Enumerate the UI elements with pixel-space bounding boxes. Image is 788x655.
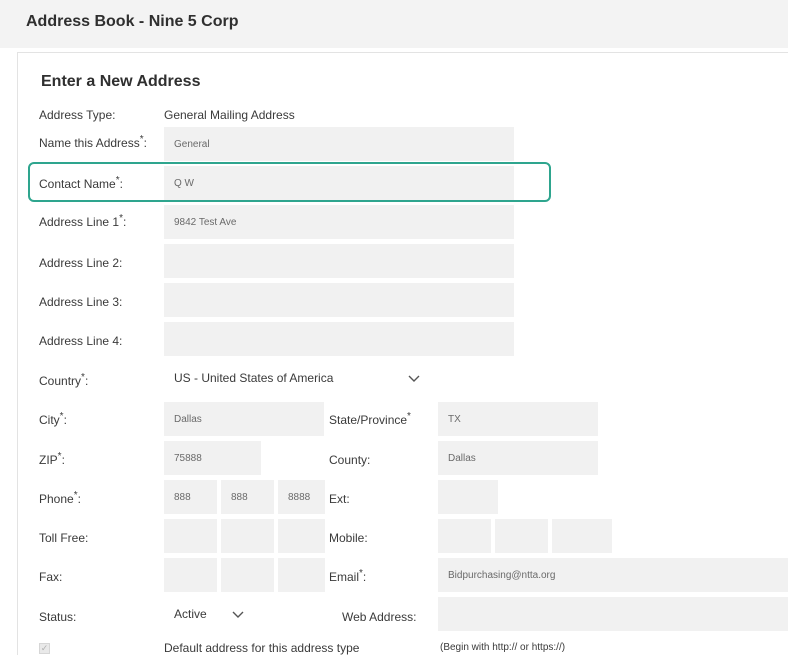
status-select[interactable]: Active (164, 597, 262, 631)
status-label: Status: (39, 610, 77, 624)
country-select[interactable]: US - United States of America (164, 361, 432, 395)
title-bar: Address Book - Nine 5 Corp (0, 0, 788, 48)
page-title: Address Book - Nine 5 Corp (26, 13, 239, 30)
city-label: City*: (39, 411, 67, 428)
toll-free-label: Toll Free: (39, 531, 89, 545)
email-input[interactable]: Bidpurchasing@ntta.org (438, 558, 788, 592)
zip-label: ZIP*: (39, 451, 65, 468)
ext-input[interactable] (438, 480, 498, 514)
default-address-label: Default address for this address type (164, 641, 360, 655)
chevron-down-icon (232, 609, 244, 619)
address-line-2-input[interactable] (164, 244, 514, 278)
fax-label: Fax: (39, 570, 63, 584)
mobile-line-input[interactable] (552, 519, 612, 553)
default-address-checkbox[interactable]: ✓ (39, 643, 50, 654)
chevron-down-icon (408, 373, 420, 383)
web-address-label: Web Address: (342, 610, 417, 624)
name-address-input[interactable]: General (164, 127, 514, 161)
mobile-area-input[interactable] (438, 519, 491, 553)
email-label: Email*: (329, 568, 367, 585)
county-input[interactable]: Dallas (438, 441, 598, 475)
mobile-label: Mobile: (329, 531, 368, 545)
ext-label: Ext: (329, 492, 350, 506)
phone-label: Phone*: (39, 490, 81, 507)
contact-name-highlight (28, 162, 551, 202)
toll-free-line-input[interactable] (278, 519, 325, 553)
toll-free-prefix-input[interactable] (221, 519, 274, 553)
address-line-3-input[interactable] (164, 283, 514, 317)
state-label: State/Province* (329, 411, 411, 428)
address-line-2-label: Address Line 2: (39, 256, 123, 270)
form-title: Enter a New Address (41, 73, 201, 90)
address-type-label: Address Type: (39, 108, 116, 122)
county-label: County: (329, 453, 371, 467)
address-line-4-label: Address Line 4: (39, 334, 123, 348)
required-marker: * (407, 411, 411, 422)
status-value: Active (174, 607, 207, 621)
city-input[interactable]: Dallas (164, 402, 324, 436)
web-address-input[interactable] (438, 597, 788, 631)
fax-line-input[interactable] (278, 558, 325, 592)
address-line-1-input[interactable]: 9842 Test Ave (164, 205, 514, 239)
address-line-1-label: Address Line 1*: (39, 213, 127, 230)
fax-prefix-input[interactable] (221, 558, 274, 592)
web-address-hint: (Begin with http:// or https://) (440, 642, 566, 653)
phone-prefix-input[interactable]: 888 (221, 480, 274, 514)
country-label: Country*: (39, 372, 89, 389)
state-input[interactable]: TX (438, 402, 598, 436)
name-address-label: Name this Address*: (39, 134, 147, 151)
address-type-value: General Mailing Address (164, 108, 295, 122)
zip-input[interactable]: 75888 (164, 441, 261, 475)
phone-line-input[interactable]: 8888 (278, 480, 325, 514)
phone-area-input[interactable]: 888 (164, 480, 217, 514)
address-line-4-input[interactable] (164, 322, 514, 356)
toll-free-area-input[interactable] (164, 519, 217, 553)
country-value: US - United States of America (174, 371, 334, 385)
mobile-prefix-input[interactable] (495, 519, 548, 553)
address-line-3-label: Address Line 3: (39, 295, 123, 309)
fax-area-input[interactable] (164, 558, 217, 592)
